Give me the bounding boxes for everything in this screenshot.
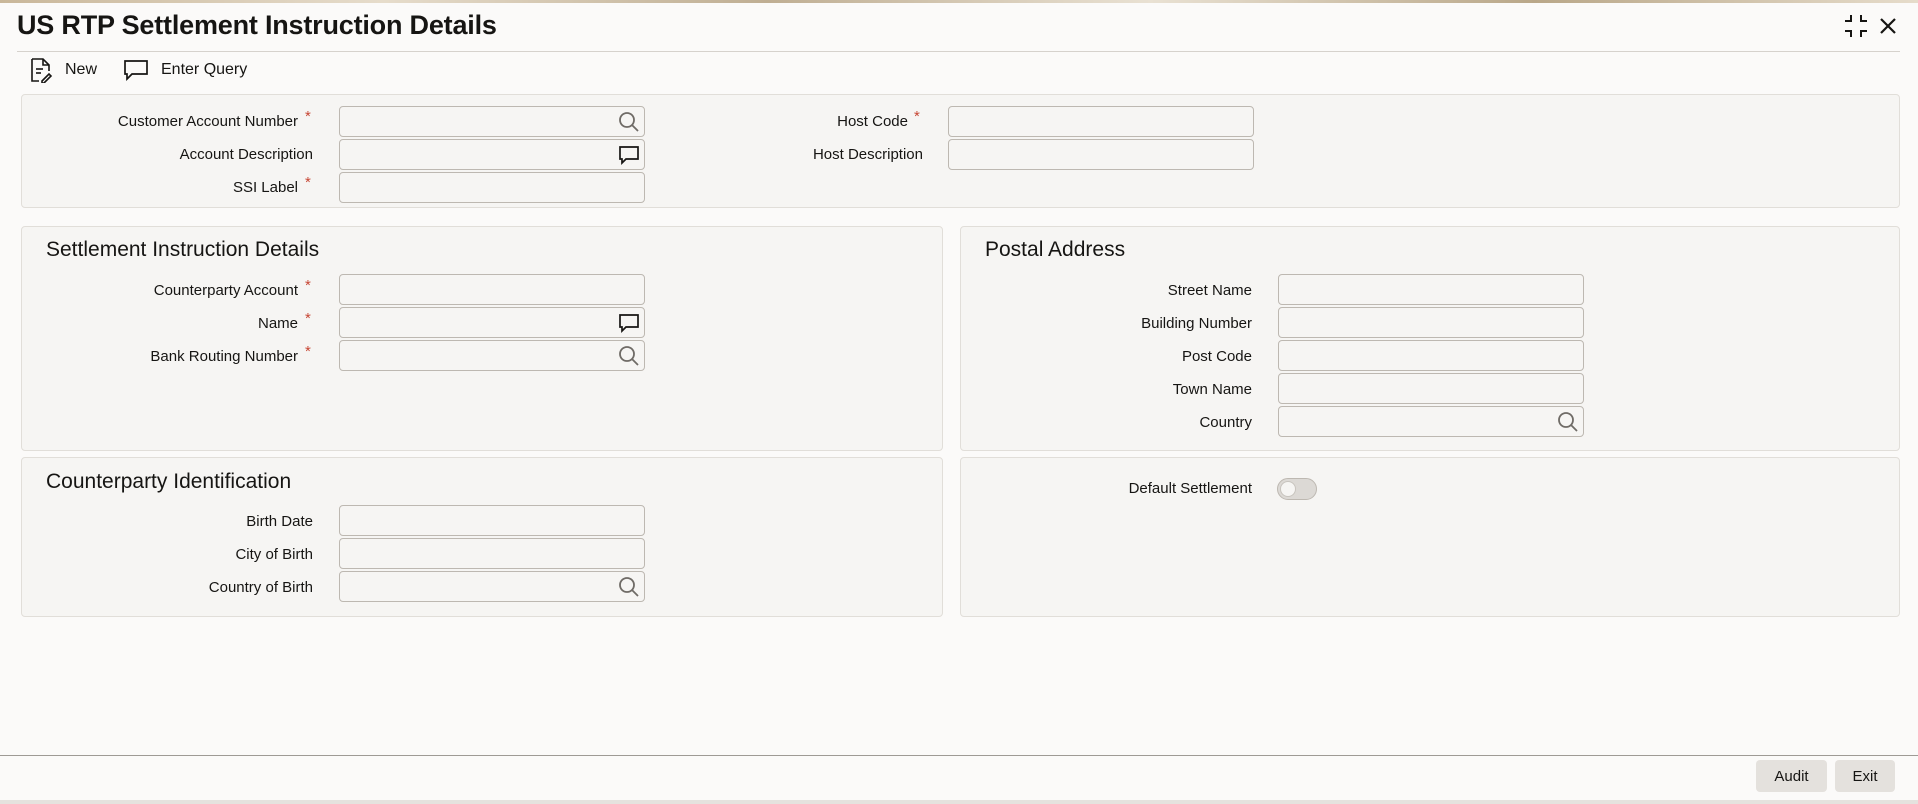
- name-field[interactable]: [339, 307, 645, 338]
- customer-account-number-label: Customer Account Number: [117, 113, 298, 130]
- new-button[interactable]: New: [29, 56, 97, 84]
- birth-date-input[interactable]: [340, 506, 644, 535]
- country-field[interactable]: [1278, 406, 1584, 437]
- city-of-birth-input[interactable]: [340, 539, 644, 568]
- ssi-label-label: SSI Label: [232, 179, 298, 196]
- name-label: Name: [257, 315, 298, 332]
- toggle-knob: [1280, 481, 1296, 497]
- building-number-label: Building Number: [1141, 315, 1252, 332]
- close-icon[interactable]: [1874, 12, 1902, 40]
- default-settlement-label: Default Settlement: [1128, 480, 1252, 497]
- footer-bar: [0, 755, 1918, 804]
- account-description-field[interactable]: [339, 139, 645, 170]
- footer-bottom-rule: [0, 800, 1918, 804]
- city-of-birth-label: City of Birth: [235, 546, 313, 563]
- new-document-icon: [31, 58, 53, 83]
- settlement-instruction-title: Settlement Instruction Details: [46, 238, 320, 261]
- counterparty-identification-title: Counterparty Identification: [46, 470, 292, 493]
- search-icon[interactable]: [1557, 411, 1579, 433]
- new-button-label: New: [65, 61, 98, 78]
- bank-routing-number-input[interactable]: [340, 341, 644, 370]
- host-description-input[interactable]: [949, 140, 1253, 169]
- page-title: US RTP Settlement Instruction Details: [17, 10, 497, 40]
- host-code-label: Host Code: [837, 113, 908, 130]
- birth-date-field[interactable]: [339, 505, 645, 536]
- postal-address-title: Postal Address: [985, 238, 1126, 261]
- city-of-birth-field[interactable]: [339, 538, 645, 569]
- bank-routing-number-field[interactable]: [339, 340, 645, 371]
- required-marker: *: [305, 343, 311, 360]
- enter-query-button-label: Enter Query: [161, 61, 248, 78]
- host-description-label: Host Description: [812, 146, 923, 163]
- ssi-label-input[interactable]: [340, 173, 644, 202]
- required-marker: *: [914, 108, 920, 125]
- bank-routing-number-label: Bank Routing Number: [150, 348, 298, 365]
- decorative-header-strip: [0, 0, 1918, 3]
- enter-query-icon: [124, 60, 148, 82]
- account-description-input[interactable]: [340, 140, 644, 169]
- name-input[interactable]: [340, 308, 644, 337]
- post-code-label: Post Code: [1181, 348, 1252, 365]
- building-number-field[interactable]: [1278, 307, 1584, 338]
- account-description-label: Account Description: [179, 146, 313, 163]
- ssi-label-field[interactable]: [339, 172, 645, 203]
- required-marker: *: [305, 277, 311, 294]
- post-code-input[interactable]: [1279, 341, 1583, 370]
- building-number-input[interactable]: [1279, 308, 1583, 337]
- search-icon[interactable]: [618, 111, 640, 133]
- host-code-field[interactable]: [948, 106, 1254, 137]
- maximize-icon[interactable]: [1842, 12, 1870, 40]
- chat-bubble-icon[interactable]: [618, 144, 640, 166]
- counterparty-account-label: Counterparty Account: [153, 282, 298, 299]
- search-icon[interactable]: [618, 345, 640, 367]
- birth-date-label: Birth Date: [246, 513, 313, 530]
- counterparty-account-field[interactable]: [339, 274, 645, 305]
- customer-account-number-input[interactable]: [340, 107, 644, 136]
- required-marker: *: [305, 174, 311, 191]
- country-label: Country: [1199, 414, 1252, 431]
- street-name-input[interactable]: [1279, 275, 1583, 304]
- enter-query-button[interactable]: Enter Query: [123, 56, 247, 84]
- counterparty-account-input[interactable]: [340, 275, 644, 304]
- host-description-field[interactable]: [948, 139, 1254, 170]
- required-marker: *: [305, 108, 311, 125]
- town-name-field[interactable]: [1278, 373, 1584, 404]
- search-icon[interactable]: [618, 576, 640, 598]
- post-code-field[interactable]: [1278, 340, 1584, 371]
- title-divider: [17, 51, 1900, 52]
- country-input[interactable]: [1279, 407, 1583, 436]
- country-of-birth-label: Country of Birth: [208, 579, 313, 596]
- required-marker: *: [305, 310, 311, 327]
- default-settlement-toggle[interactable]: [1277, 478, 1317, 500]
- town-name-label: Town Name: [1172, 381, 1252, 398]
- country-of-birth-field[interactable]: [339, 571, 645, 602]
- town-name-input[interactable]: [1279, 374, 1583, 403]
- chat-bubble-icon[interactable]: [618, 312, 640, 334]
- customer-account-number-field[interactable]: [339, 106, 645, 137]
- audit-button[interactable]: Audit: [1756, 760, 1827, 792]
- default-settlement-panel: [960, 457, 1900, 617]
- exit-button[interactable]: Exit: [1835, 760, 1895, 792]
- street-name-field[interactable]: [1278, 274, 1584, 305]
- host-code-input[interactable]: [949, 107, 1253, 136]
- country-of-birth-input[interactable]: [340, 572, 644, 601]
- street-name-label: Street Name: [1167, 282, 1252, 299]
